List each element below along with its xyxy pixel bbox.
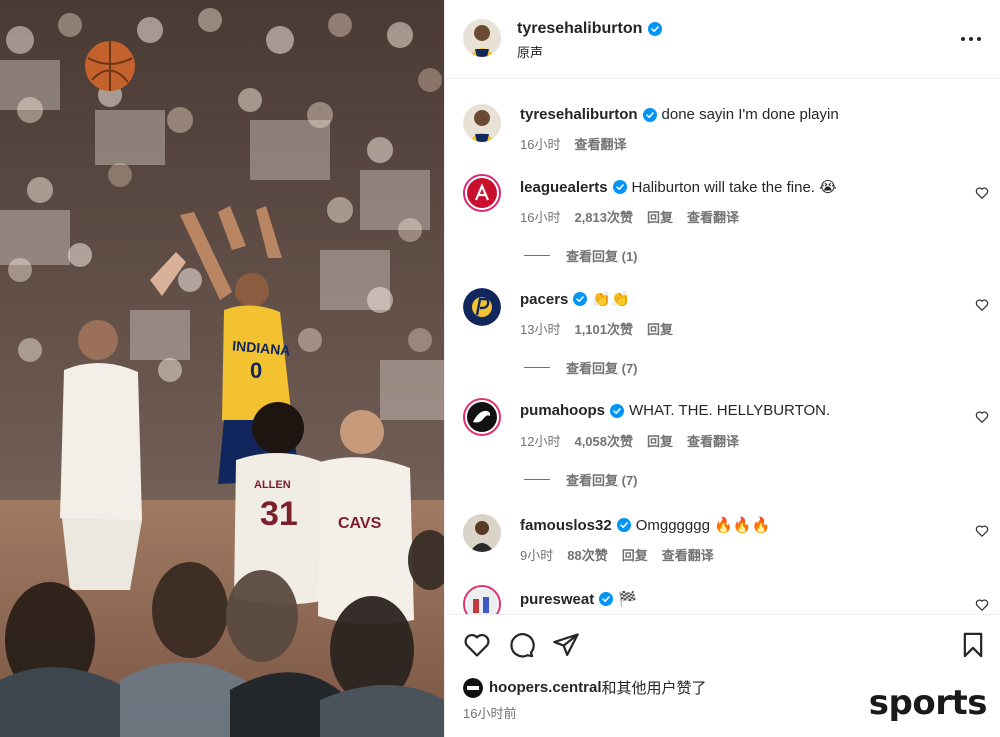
liked-by-suffix[interactable]: 和其他用户赞了 [602,677,707,698]
comment-likes[interactable]: 1,101次赞 [574,319,633,338]
comment-text: 🏁 [618,591,637,608]
replies-divider [524,479,550,480]
verified-badge-icon [612,180,627,194]
video-frame: INDIANA 0 ALLEN 31 CAVS [0,0,444,737]
comment-like-heart-icon[interactable] [975,186,989,200]
comment-translate-link[interactable]: 查看翻译 [687,431,739,450]
verified-badge-icon [616,518,631,532]
comment-avatar[interactable] [463,398,501,436]
defender2-jersey-text: CAVS [338,515,382,532]
defender-number-text: 31 [260,495,298,533]
verified-badge-icon [642,107,657,122]
post-video[interactable]: INDIANA 0 ALLEN 31 CAVS [0,0,444,737]
comment-time: 12小时 [520,434,561,449]
liked-by: hoopers.central 和其他用户赞了 [463,677,707,698]
post-panel: tyresehaliburton 原声 tyresehaliburton don… [444,0,1000,737]
comment-time: 13小时 [520,322,561,337]
comment-username[interactable]: pumahoops [520,402,605,419]
comment-translate-link[interactable]: 查看翻译 [662,545,714,564]
verified-badge-icon [573,292,588,306]
sports-watermark: sports [868,683,988,723]
comment-username[interactable]: pacers [520,291,568,308]
comment-like-heart-icon[interactable] [975,410,989,424]
comment-username[interactable]: leaguealerts [520,179,608,196]
caption-translate-link[interactable]: 查看翻译 [574,134,626,153]
audio-label[interactable]: 原声 [517,42,543,61]
comment-likes[interactable]: 4,058次赞 [574,431,633,450]
view-replies-label: 查看回复 (7) [566,361,638,376]
comment-reply-button[interactable]: 回复 [647,207,673,226]
view-replies-label: 查看回复 (1) [566,249,638,264]
comment-username[interactable]: puresweat [520,591,594,608]
comment-reply-button[interactable]: 回复 [647,431,673,450]
more-options-icon[interactable] [959,27,983,51]
replies-divider [524,367,550,368]
comment-text: 👏👏 [592,291,630,308]
comment-username[interactable]: famouslos32 [520,517,612,534]
author-username[interactable]: tyresehaliburton [517,20,642,38]
comment-likes[interactable]: 2,813次赞 [574,207,633,226]
comment-like-heart-icon[interactable] [975,298,989,312]
comment-bubble-icon[interactable] [507,631,535,659]
verified-badge-icon [599,592,614,606]
comment-reply-button[interactable]: 回复 [622,545,648,564]
view-replies-button[interactable]: 查看回复 (7) [524,470,638,489]
caption-time: 16小时 [520,137,561,152]
author-avatar[interactable] [463,19,501,57]
comment-likes[interactable]: 88次赞 [567,545,607,564]
like-heart-icon[interactable] [463,631,491,659]
post-header: tyresehaliburton 原声 [445,0,1000,79]
comment-avatar[interactable] [463,514,501,552]
comment-avatar[interactable] [463,174,501,212]
replies-divider [524,255,550,256]
comment-text: Omgggggg 🔥🔥🔥 [635,517,771,534]
comment-text: Haliburton will take the fine. 😭 [631,179,837,196]
view-replies-label: 查看回复 (7) [566,473,638,488]
verified-badge-icon [648,22,663,36]
comment-text: WHAT. THE. HELLYBURTON. [629,402,831,419]
comment-like-heart-icon[interactable] [975,524,989,538]
liked-by-username[interactable]: hoopers.central [489,679,602,696]
comment-translate-link[interactable]: 查看翻译 [687,207,739,226]
bookmark-icon[interactable] [959,631,987,659]
comment-time: 16小时 [520,210,561,225]
caption-username[interactable]: tyresehaliburton [520,106,638,123]
comments-list[interactable]: tyresehaliburton done sayin I'm done pla… [445,80,1000,614]
comment-avatar[interactable] [463,585,501,614]
view-replies-button[interactable]: 查看回复 (1) [524,246,638,265]
caption-text: done sayin I'm done playin [661,106,839,123]
post-actions: hoopers.central 和其他用户赞了 16小时前 sports [445,614,1000,737]
jersey-number-text: 0 [250,358,262,383]
post-timestamp: 16小时前 [463,706,517,721]
verified-badge-icon [610,403,624,418]
view-replies-button[interactable]: 查看回复 (7) [524,358,638,377]
comment-reply-button[interactable]: 回复 [647,319,673,338]
share-send-icon[interactable] [552,631,580,659]
comment-avatar[interactable] [463,288,501,326]
comment-time: 9小时 [520,548,554,563]
comment-like-heart-icon[interactable] [975,598,989,612]
caption-avatar[interactable] [463,104,501,142]
defender-name-text: ALLEN [254,479,291,491]
instagram-post: INDIANA 0 ALLEN 31 CAVS tyresehaliburton… [0,0,1000,737]
liked-by-avatar[interactable] [463,677,483,698]
